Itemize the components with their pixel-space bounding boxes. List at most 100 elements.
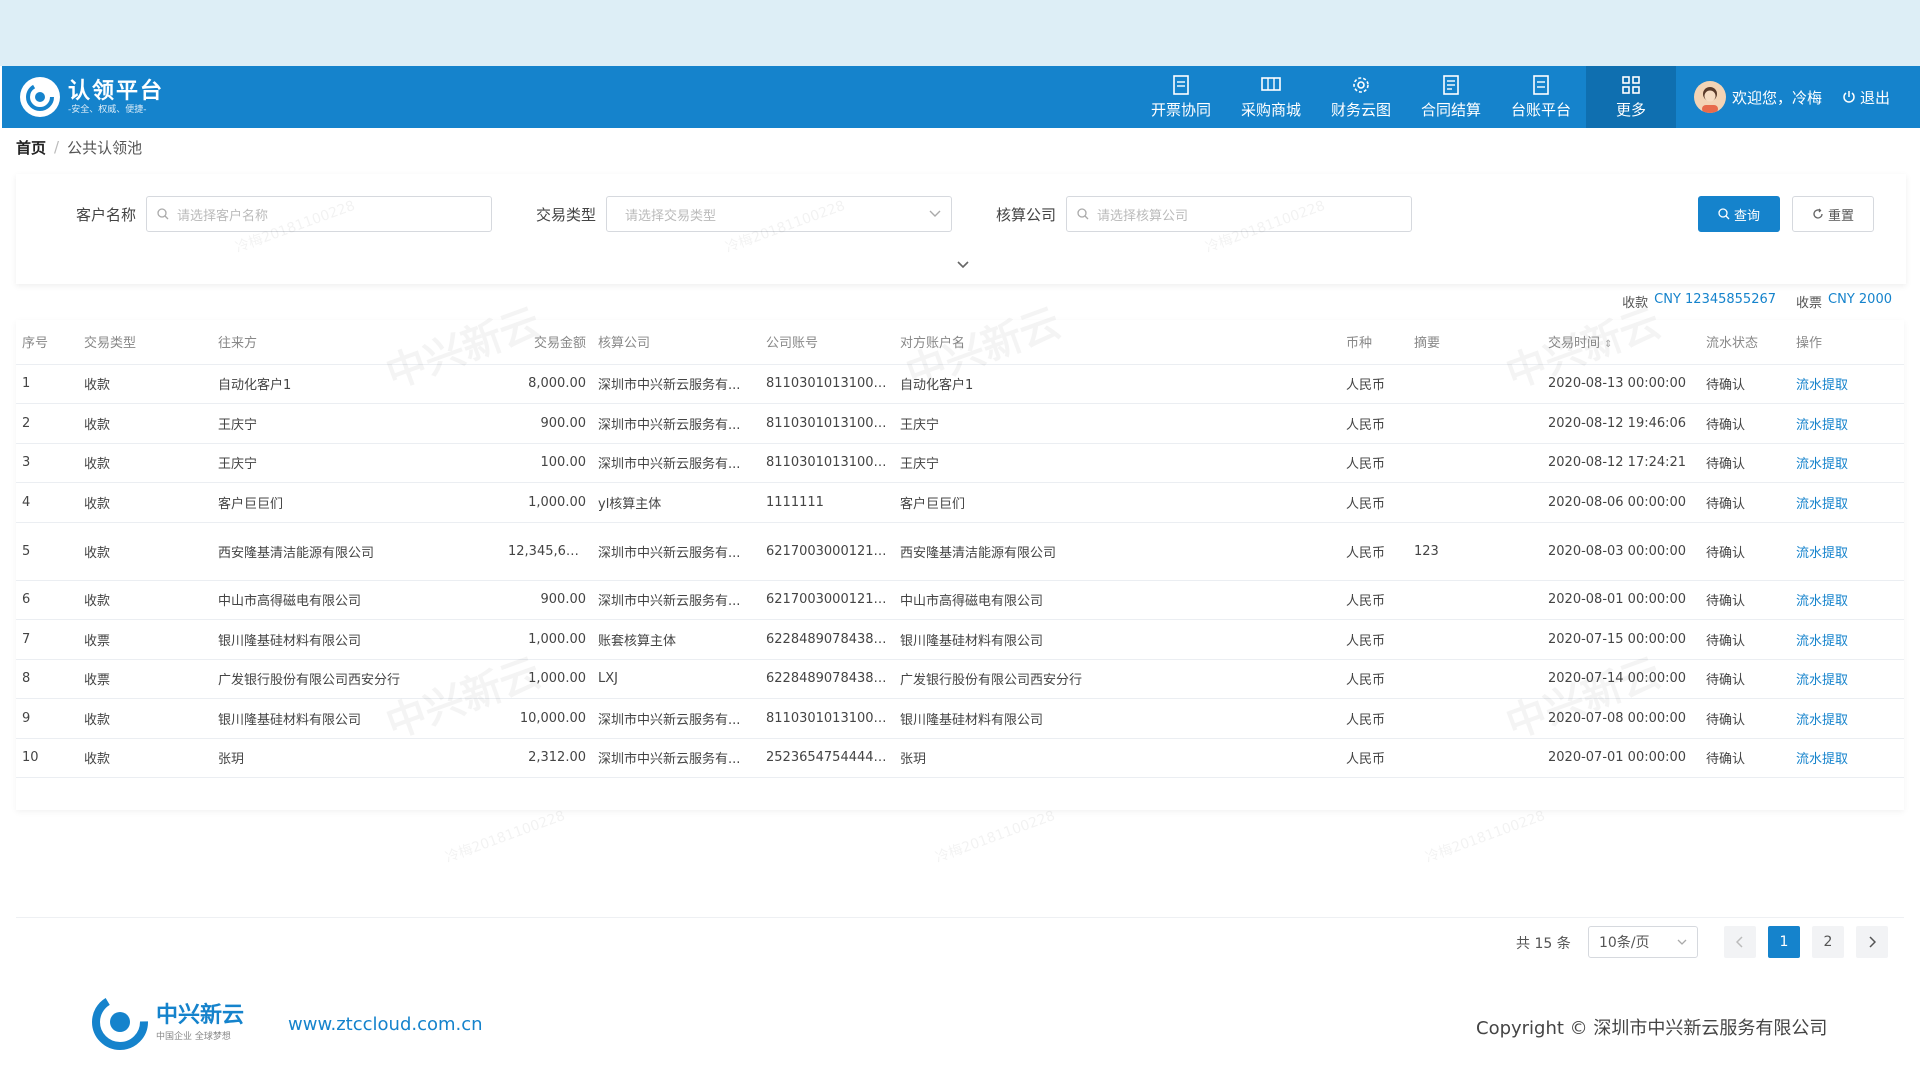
cell-currency: 人民币 — [1340, 738, 1408, 778]
table-row: 1 收款 自动化客户1 8,000.00 深圳市中兴新云服务有... 8110301013… — [16, 364, 1904, 404]
extract-flow-link[interactable]: 流水提取 — [1790, 522, 1904, 581]
extract-flow-link[interactable]: 流水提取 — [1790, 443, 1904, 483]
app-logo[interactable]: 认领平台 -安全、权威、便捷- — [20, 77, 220, 117]
next-page-button[interactable] — [1856, 926, 1888, 958]
nav-finance-cloud[interactable]: 财务云图 — [1316, 66, 1406, 128]
extract-flow-link[interactable]: 流水提取 — [1790, 403, 1904, 444]
cell-status: 待确认 — [1700, 659, 1790, 699]
table-row: 4 收款 客户巨巨们 1,000.00 yl核算主体 1111111 客户巨巨们 人民币 202… — [16, 482, 1904, 523]
cell-no: 7 — [16, 619, 78, 660]
avatar[interactable] — [1694, 81, 1726, 113]
nav-invoice[interactable]: 开票协同 — [1136, 66, 1226, 128]
table-row: 7 收票 银川隆基硅材料有限公司 1,000.00 账套核算主体 622848907843… — [16, 619, 1904, 660]
cell-account: 25236547544444... — [760, 738, 894, 778]
top-header: 认领平台 -安全、权威、便捷- 开票协同 采购商城 财务云图 合同结算 台账平台… — [2, 66, 1920, 128]
cell-counter: 王庆宁 — [894, 403, 1340, 444]
extract-flow-link[interactable]: 流水提取 — [1790, 698, 1904, 739]
cell-company: 账套核算主体 — [592, 619, 760, 660]
page-size-select[interactable]: 10条/页 — [1588, 926, 1698, 958]
cell-type: 收款 — [78, 580, 212, 620]
cell-currency: 人民币 — [1340, 619, 1408, 660]
reset-button[interactable]: 重置 — [1792, 196, 1874, 232]
extract-flow-link[interactable]: 流水提取 — [1790, 482, 1904, 523]
col-header: 流水状态 — [1700, 320, 1790, 365]
receive-label: 收款 — [1622, 296, 1649, 311]
chevron-down-icon — [929, 210, 941, 217]
table-body: 1 收款 自动化客户1 8,000.00 深圳市中兴新云服务有... 8110301013… — [16, 364, 1904, 778]
totals-bar: 收款 CNY 12345855267 收票 CNY 2000 — [1622, 292, 1892, 311]
cell-currency: 人民币 — [1340, 403, 1408, 444]
nav-shop[interactable]: 采购商城 — [1226, 66, 1316, 128]
cell-no: 2 — [16, 403, 78, 444]
breadcrumb-separator: / — [54, 138, 60, 156]
cell-account: 62284890784387... — [760, 659, 894, 699]
customer-input[interactable]: 请选择客户名称 — [146, 196, 493, 232]
refresh-icon — [1813, 208, 1823, 219]
company-placeholder: 请选择核算公司 — [1097, 208, 1189, 224]
cell-time: 2020-08-12 19:46:06 — [1542, 403, 1700, 444]
cell-memo — [1408, 698, 1542, 739]
extract-flow-link[interactable]: 流水提取 — [1790, 738, 1904, 778]
type-select[interactable]: 请选择交易类型 — [606, 196, 953, 232]
cell-status: 待确认 — [1700, 443, 1790, 483]
col-header-label: 交易时间 — [1548, 336, 1601, 352]
pagination: 共 15 条 10条/页 1 2 — [16, 918, 1904, 968]
contract-icon — [1443, 74, 1459, 95]
cell-status: 待确认 — [1700, 522, 1790, 581]
cell-time: 2020-07-15 00:00:00 — [1542, 619, 1700, 660]
table-row: 6 收款 中山市高得磁电有限公司 900.00 深圳市中兴新云服务有... 6217003… — [16, 580, 1904, 620]
cell-amount: 1,000.00 — [502, 619, 592, 660]
col-header: 对方账户名 — [894, 320, 1340, 365]
receive-value: CNY 12345855267 — [1654, 292, 1777, 307]
customer-field: 客户名称 请选择客户名称 — [76, 196, 493, 232]
query-button[interactable]: 查询 — [1698, 196, 1780, 232]
cell-memo — [1408, 580, 1542, 620]
table-row: 9 收款 银川隆基硅材料有限公司 10,000.00 深圳市中兴新云服务有... 8110… — [16, 698, 1904, 739]
transactions-table: 序号 交易类型 往来方 交易金额 核算公司 公司账号 对方账户名 币种 摘要 交… — [16, 320, 1904, 778]
cell-status: 待确认 — [1700, 482, 1790, 523]
ticket-value: CNY 2000 — [1828, 292, 1892, 307]
cell-company: 深圳市中兴新云服务有... — [592, 364, 760, 404]
footer-url[interactable]: www.ztccloud.com.cn — [288, 1014, 483, 1035]
cell-status: 待确认 — [1700, 364, 1790, 404]
cell-party: 西安隆基清洁能源有限公司 — [212, 522, 502, 581]
cell-amount: 8,000.00 — [502, 364, 592, 404]
cell-account: 81103010131002... — [760, 403, 894, 444]
type-placeholder: 请选择交易类型 — [625, 208, 717, 224]
cell-account: 62170030001214... — [760, 522, 894, 581]
col-header: 交易类型 — [78, 320, 212, 365]
nav-more[interactable]: 更多 — [1586, 66, 1676, 128]
cell-memo — [1408, 403, 1542, 444]
grid-icon — [1622, 75, 1640, 94]
cell-time: 2020-08-13 00:00:00 — [1542, 364, 1700, 404]
user-area: 欢迎您，冷梅 退出 — [1694, 66, 1890, 128]
sort-icon[interactable]: ⇕ — [1604, 339, 1612, 350]
nav-ledger[interactable]: 台账平台 — [1496, 66, 1586, 128]
prev-page-button[interactable] — [1724, 926, 1756, 958]
ledger-icon — [1533, 74, 1549, 95]
extract-flow-link[interactable]: 流水提取 — [1790, 619, 1904, 660]
cell-account: 1111111 — [760, 482, 894, 523]
col-header-sortable[interactable]: 交易时间 ⇕ — [1542, 320, 1700, 365]
cell-amount: 100.00 — [502, 443, 592, 483]
app-title: 认领平台 — [68, 78, 165, 104]
expand-toggle[interactable] — [956, 258, 970, 274]
page-button-1[interactable]: 1 — [1768, 926, 1800, 958]
chevron-down-icon — [1677, 939, 1687, 945]
table-row: 10 收款 张玥 2,312.00 深圳市中兴新云服务有... 2523654754444… — [16, 738, 1904, 778]
company-input[interactable]: 请选择核算公司 — [1066, 196, 1413, 232]
cell-company: yl核算主体 — [592, 482, 760, 523]
col-header: 交易金额 — [502, 320, 592, 365]
cell-time: 2020-07-14 00:00:00 — [1542, 659, 1700, 699]
breadcrumb: 首页 / 公共认领池 — [2, 128, 1920, 166]
logout-button[interactable]: 退出 — [1842, 87, 1890, 108]
reset-label: 重置 — [1827, 208, 1854, 224]
page-button-2[interactable]: 2 — [1812, 926, 1844, 958]
nav-contract[interactable]: 合同结算 — [1406, 66, 1496, 128]
breadcrumb-home[interactable]: 首页 — [16, 137, 46, 158]
extract-flow-link[interactable]: 流水提取 — [1790, 659, 1904, 699]
extract-flow-link[interactable]: 流水提取 — [1790, 580, 1904, 620]
cell-time: 2020-08-03 00:00:00 — [1542, 522, 1700, 581]
extract-flow-link[interactable]: 流水提取 — [1790, 364, 1904, 404]
cell-party: 中山市高得磁电有限公司 — [212, 580, 502, 620]
